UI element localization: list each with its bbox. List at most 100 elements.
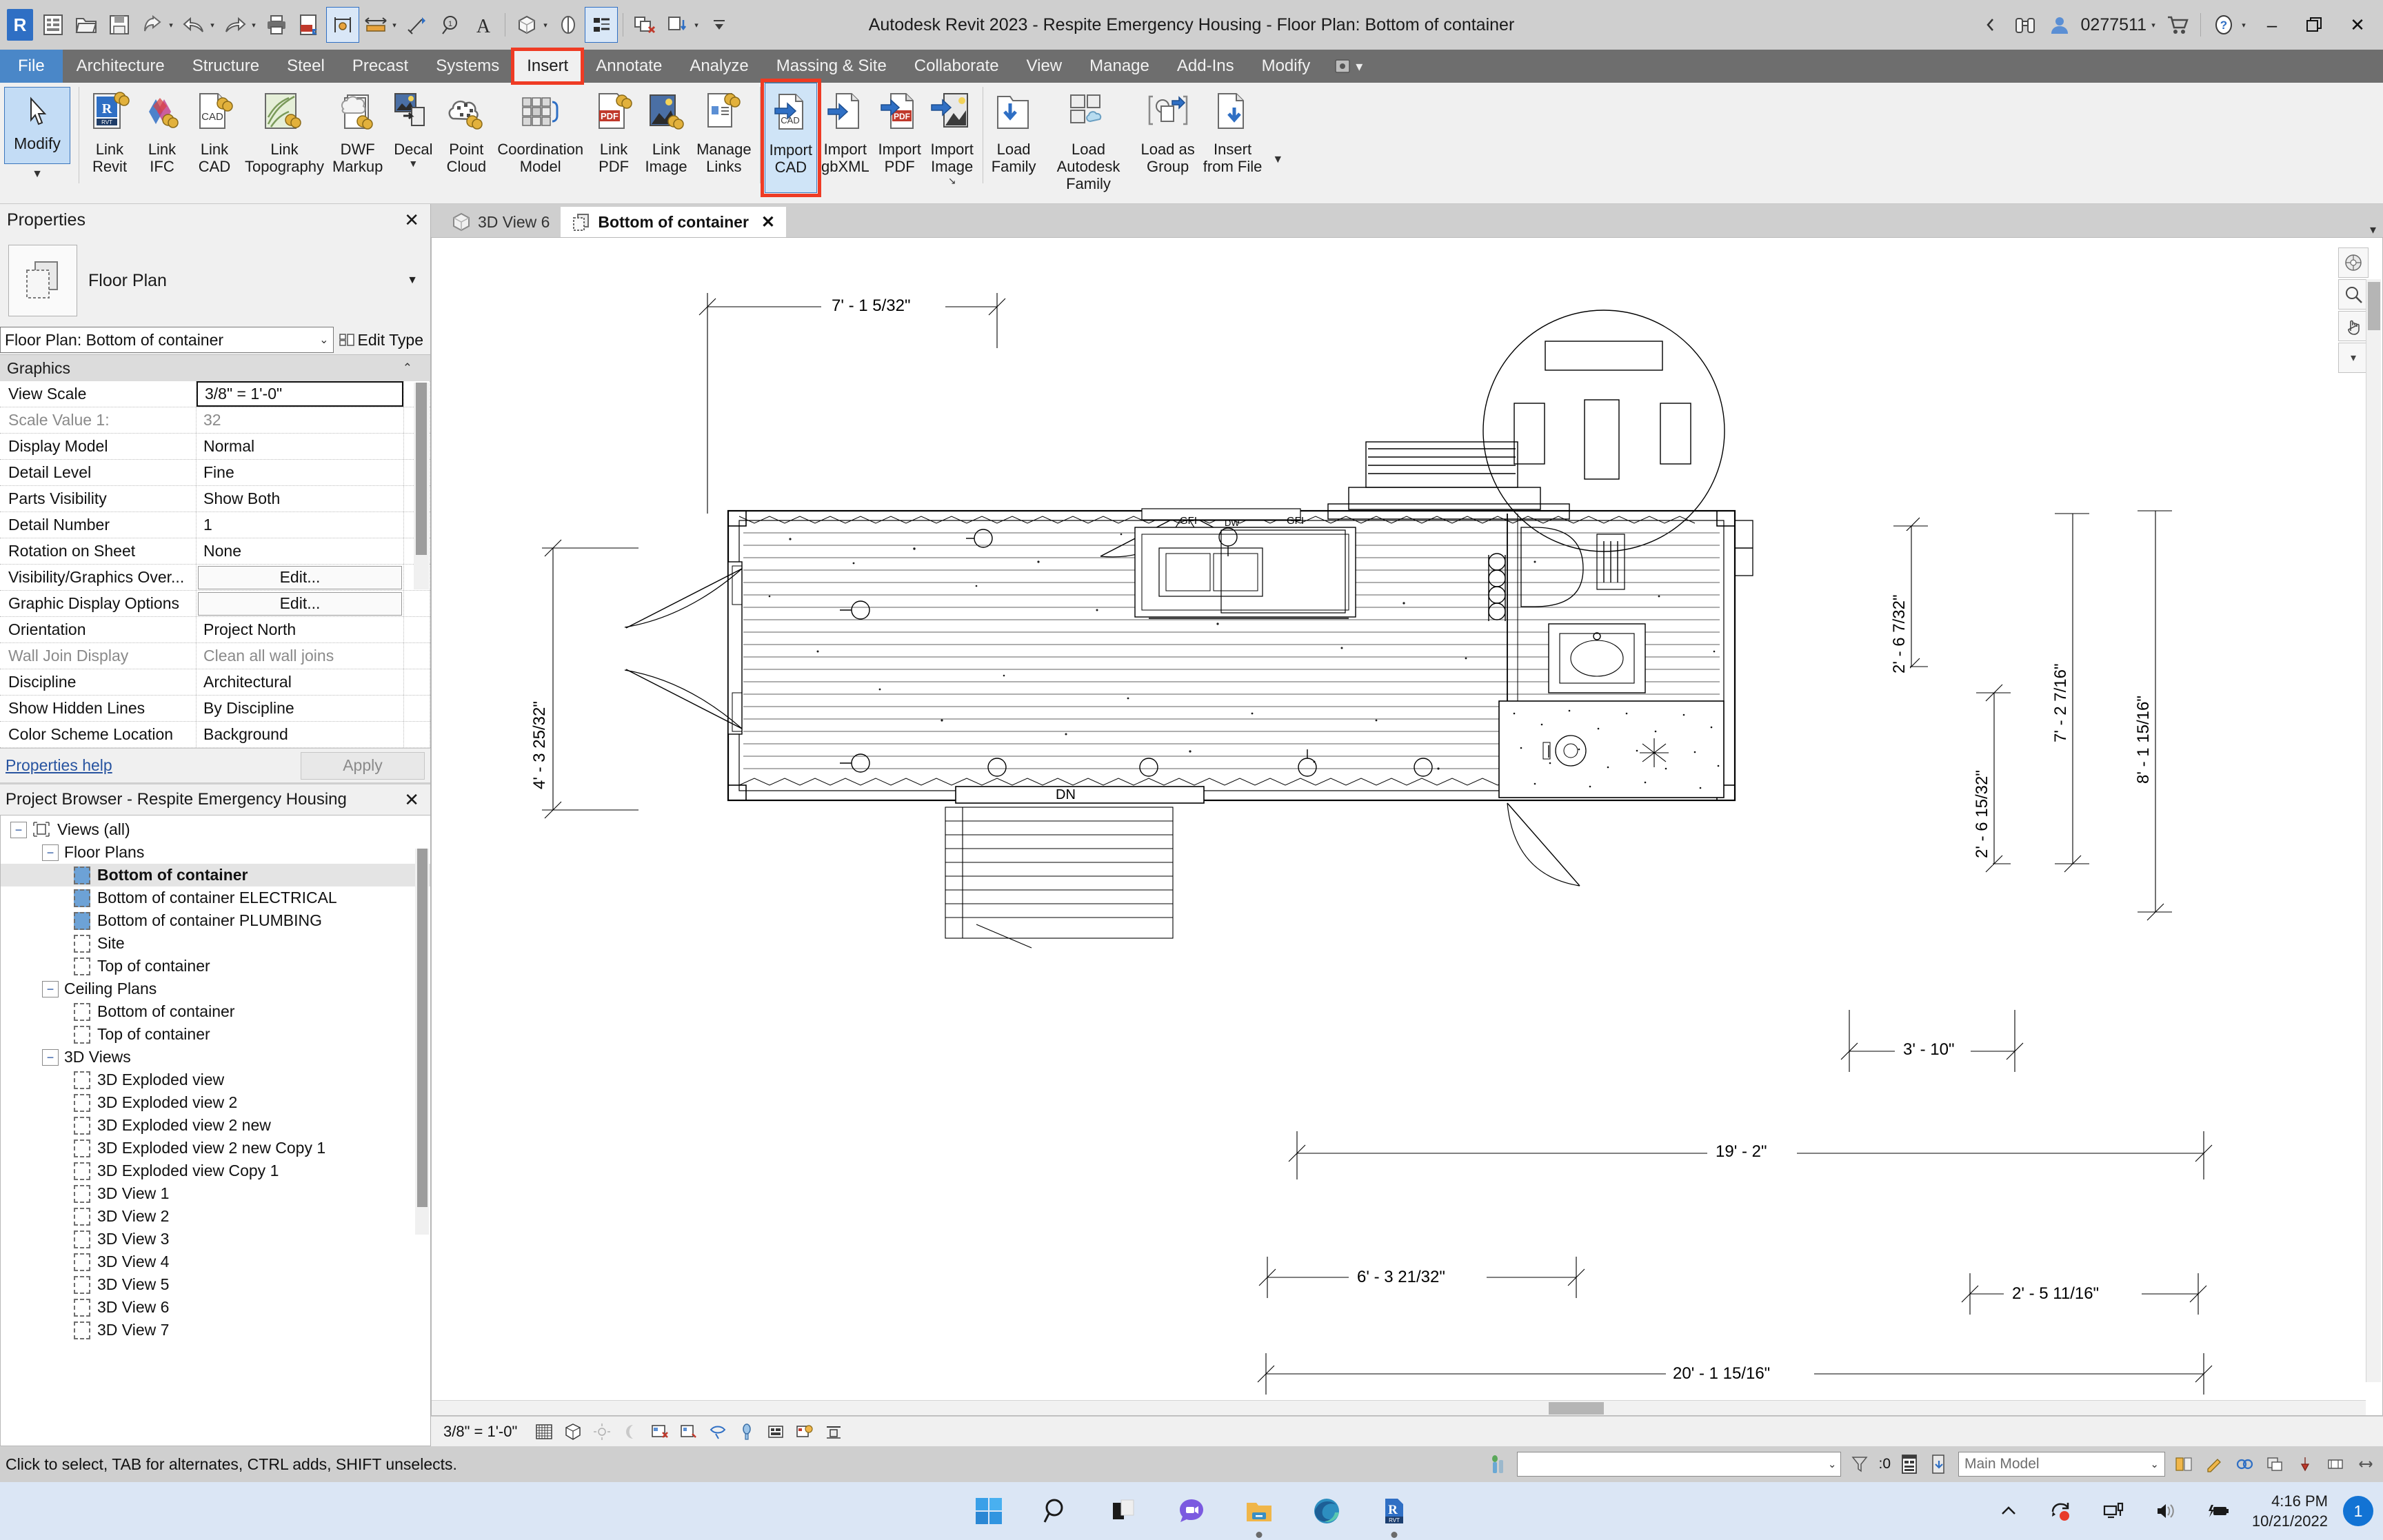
property-row-graphic-display-options[interactable]: Graphic Display Options Edit... bbox=[0, 591, 430, 617]
project-browser-node[interactable]: Top of container bbox=[1, 955, 430, 977]
tree-expander-icon[interactable]: − bbox=[42, 1048, 59, 1066]
ribbon-button-manage-links[interactable]: Manage Links bbox=[692, 83, 756, 193]
ribbon-button-link-cad[interactable]: CAD Link CAD bbox=[188, 83, 241, 193]
battery-charging-icon[interactable] bbox=[2200, 1492, 2237, 1530]
project-browser-node[interactable]: −3D Views bbox=[1, 1046, 430, 1068]
apply-button[interactable]: Apply bbox=[301, 751, 425, 780]
edge-browser-icon[interactable] bbox=[1308, 1492, 1345, 1530]
properties-type-selector-row[interactable]: Floor Plan ▼ bbox=[0, 236, 430, 325]
modify-button[interactable]: Modify bbox=[4, 87, 70, 164]
default-3d-view-icon[interactable] bbox=[511, 8, 543, 42]
collapse-group-icon[interactable]: ⌃ bbox=[403, 361, 412, 375]
shadows-icon[interactable] bbox=[619, 1421, 643, 1443]
close-hidden-windows-icon[interactable] bbox=[629, 8, 661, 42]
customize-qat-icon[interactable] bbox=[703, 8, 735, 42]
search-icon[interactable] bbox=[1038, 1492, 1075, 1530]
ribbon-button-insert-from-file[interactable]: Insert from File bbox=[1199, 83, 1267, 193]
project-browser-node[interactable]: 3D View 6 bbox=[1, 1296, 430, 1319]
tab-systems[interactable]: Systems bbox=[422, 50, 513, 83]
tab-file[interactable]: File bbox=[0, 50, 63, 83]
property-row-parts-visibility[interactable]: Parts Visibility Show Both bbox=[0, 486, 430, 512]
graphic-display-options-edit-button[interactable]: Edit... bbox=[198, 591, 402, 616]
select-links-icon[interactable] bbox=[2233, 1452, 2256, 1476]
project-browser-node[interactable]: Bottom of container PLUMBING bbox=[1, 909, 430, 932]
save-as-icon[interactable] bbox=[137, 8, 168, 42]
properties-scrollbar[interactable] bbox=[414, 383, 429, 589]
volume-icon[interactable] bbox=[2147, 1492, 2184, 1530]
property-row-detail-number[interactable]: Detail Number 1 bbox=[0, 512, 430, 538]
import-panel-expander[interactable]: ↘ bbox=[948, 175, 956, 187]
tab-insert[interactable]: Insert bbox=[511, 48, 585, 85]
project-browser-node[interactable]: 3D View 7 bbox=[1, 1319, 430, 1341]
ribbon-button-link-ifc[interactable]: Link IFC bbox=[136, 83, 188, 193]
property-row-detail-level[interactable]: Detail Level Fine bbox=[0, 460, 430, 486]
project-browser-node[interactable]: Bottom of container ELECTRICAL bbox=[1, 886, 430, 909]
user-account-icon[interactable] bbox=[2044, 8, 2075, 42]
tree-expander-icon[interactable]: − bbox=[42, 844, 59, 861]
close-button[interactable]: ✕ bbox=[2337, 4, 2377, 45]
ribbon-button-import-image[interactable]: Import Image ↘ bbox=[926, 83, 978, 193]
property-value[interactable]: Project North bbox=[197, 617, 404, 642]
property-row-show-hidden-lines[interactable]: Show Hidden Lines By Discipline bbox=[0, 696, 430, 722]
view-tab-close-icon[interactable]: ✕ bbox=[761, 212, 775, 232]
measure-icon[interactable] bbox=[326, 7, 359, 43]
search-binoculars-icon[interactable] bbox=[2009, 8, 2041, 42]
tab-view[interactable]: View bbox=[1013, 50, 1076, 83]
tab-analyze[interactable]: Analyze bbox=[676, 50, 762, 83]
properties-close-icon[interactable]: ✕ bbox=[399, 210, 425, 231]
properties-type-dropdown-caret[interactable]: ▼ bbox=[407, 274, 422, 287]
project-browser-node[interactable]: 3D Exploded view Copy 1 bbox=[1, 1159, 430, 1182]
zoom-tools-icon[interactable] bbox=[2338, 279, 2369, 310]
sun-path-icon[interactable] bbox=[590, 1421, 614, 1443]
property-value[interactable]: Background bbox=[197, 722, 404, 747]
property-value[interactable]: None bbox=[197, 538, 404, 564]
visual-style-icon[interactable] bbox=[561, 1421, 585, 1443]
tab-manage[interactable]: Manage bbox=[1076, 50, 1163, 83]
view-tab-3d-view-6[interactable]: 3D View 6 bbox=[441, 207, 561, 237]
ribbon-button-decal[interactable]: Decal ▼ bbox=[387, 83, 439, 193]
shopping-cart-icon[interactable] bbox=[2162, 8, 2193, 42]
project-browser-node[interactable]: − Views (all) bbox=[1, 818, 430, 841]
property-row-view-scale[interactable]: View Scale 3/8" = 1'-0" bbox=[0, 381, 430, 407]
ribbon-button-link-image[interactable]: Link Image bbox=[640, 83, 692, 193]
canvas-horizontal-scrollbar[interactable] bbox=[432, 1400, 2366, 1415]
help-icon[interactable]: ? bbox=[2208, 8, 2240, 42]
keynote-icon[interactable]: 1 bbox=[434, 8, 466, 42]
thin-lines-icon[interactable] bbox=[585, 7, 618, 43]
view-tab-bottom-of-container[interactable]: Bottom of container ✕ bbox=[561, 207, 787, 237]
tab-annotate[interactable]: Annotate bbox=[582, 50, 676, 83]
property-row-orientation[interactable]: Orientation Project North bbox=[0, 617, 430, 643]
property-value[interactable]: 3/8" = 1'-0" bbox=[197, 381, 403, 407]
aligned-dimension-icon[interactable] bbox=[360, 8, 392, 42]
editable-only-icon[interactable] bbox=[2202, 1452, 2226, 1476]
project-browser-node[interactable]: 3D Exploded view 2 new Copy 1 bbox=[1, 1137, 430, 1159]
account-dropdown-caret[interactable]: ▾ bbox=[2148, 21, 2159, 30]
new-project-icon[interactable] bbox=[37, 8, 69, 42]
tab-precast[interactable]: Precast bbox=[339, 50, 422, 83]
insert-from-file-dropdown[interactable]: ▼ bbox=[1266, 83, 1289, 193]
detail-level-fine-icon[interactable] bbox=[532, 1421, 556, 1443]
undo-icon[interactable] bbox=[178, 8, 210, 42]
navigation-caret-icon[interactable]: ▾ bbox=[2338, 343, 2369, 373]
exclude-options-icon[interactable] bbox=[2172, 1452, 2195, 1476]
property-value[interactable]: Architectural bbox=[197, 669, 404, 695]
project-browser-node[interactable]: 3D View 3 bbox=[1, 1228, 430, 1250]
ribbon-button-point-cloud[interactable]: Point Cloud bbox=[439, 83, 493, 193]
property-value[interactable]: By Discipline bbox=[197, 696, 404, 721]
visibility-graphics-edit-button[interactable]: Edit... bbox=[198, 565, 402, 589]
text-icon[interactable]: A bbox=[467, 8, 499, 42]
project-browser-node[interactable]: Site bbox=[1, 932, 430, 955]
teams-chat-icon[interactable] bbox=[1173, 1492, 1210, 1530]
start-icon[interactable] bbox=[970, 1492, 1007, 1530]
drag-elements-on-selection-icon[interactable] bbox=[2354, 1452, 2377, 1476]
sync-error-icon[interactable] bbox=[2042, 1492, 2080, 1530]
export-pdf-icon[interactable] bbox=[294, 8, 325, 42]
show-crop-region-icon[interactable] bbox=[706, 1421, 730, 1443]
revit-logo-icon[interactable]: R bbox=[4, 8, 36, 42]
project-browser-node[interactable]: 3D Exploded view bbox=[1, 1068, 430, 1091]
property-row-display-model[interactable]: Display Model Normal bbox=[0, 434, 430, 460]
project-browser-node[interactable]: 3D Exploded view 2 bbox=[1, 1091, 430, 1114]
property-value[interactable]: 1 bbox=[197, 512, 404, 538]
pan-tool-icon[interactable] bbox=[2338, 311, 2369, 341]
help-dropdown-caret[interactable]: ▾ bbox=[2238, 21, 2249, 30]
